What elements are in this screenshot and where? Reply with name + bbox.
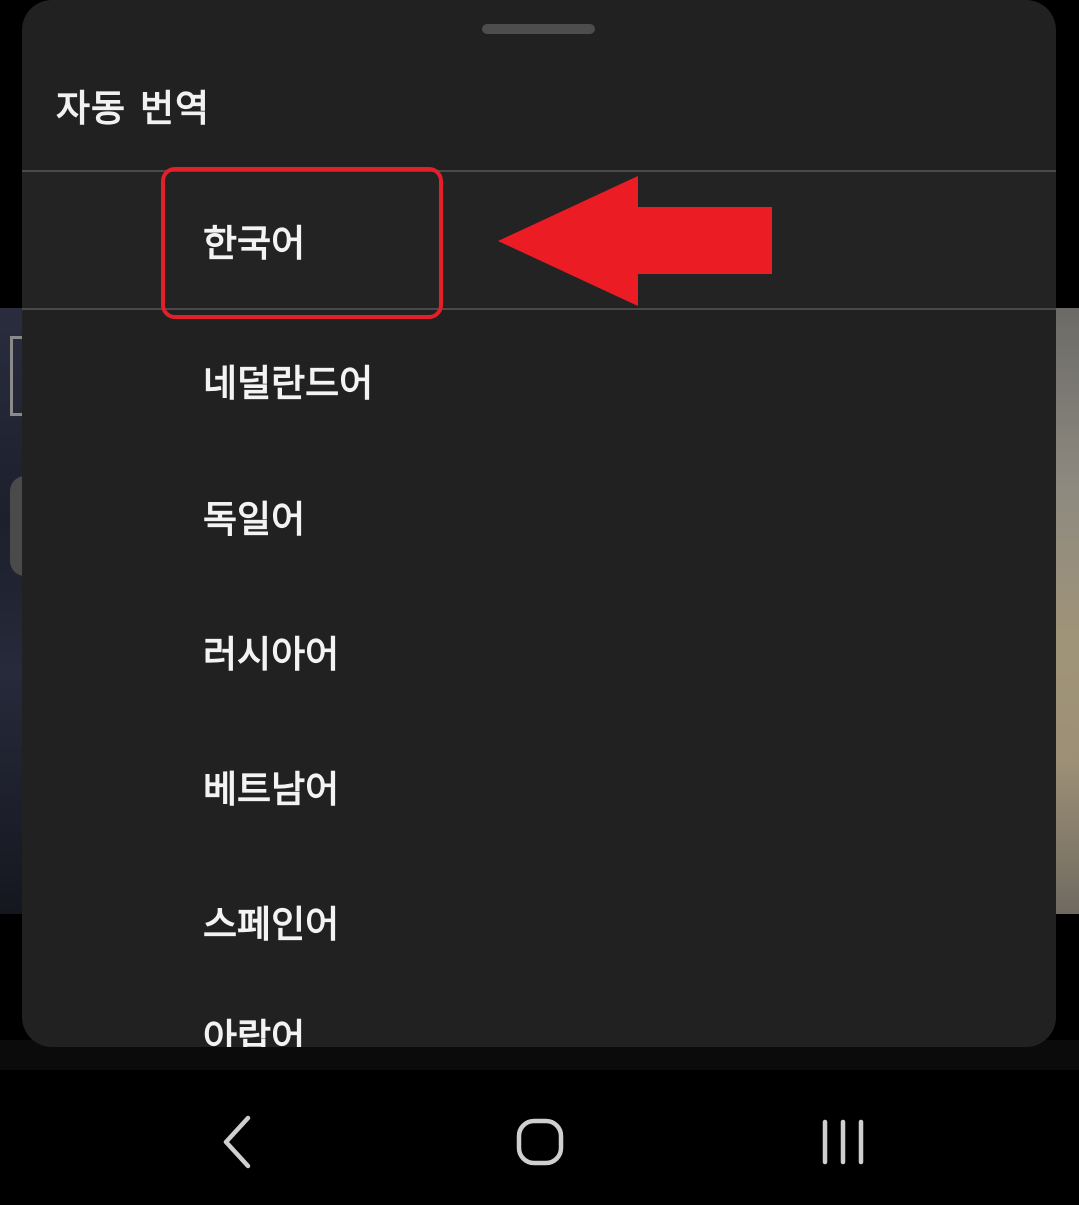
red-arrow-icon: [498, 176, 772, 306]
three-bars-icon: [822, 1119, 864, 1165]
home-button[interactable]: [500, 1102, 580, 1182]
navigation-bar: [0, 1070, 1079, 1205]
highlight-box: [161, 167, 443, 319]
language-item-russian[interactable]: 러시아어: [22, 583, 1056, 718]
rounded-square-icon: [516, 1118, 564, 1166]
language-label: 러시아어: [203, 632, 340, 676]
language-item-german[interactable]: 독일어: [22, 448, 1056, 583]
language-item-vietnamese[interactable]: 베트남어: [22, 718, 1056, 853]
language-label: 네덜란드어: [203, 361, 374, 405]
auto-translate-sheet: 자동 번역 한국어 네덜란드어 독일어 러시아어 베트남어 스페인어 아랍어: [22, 0, 1056, 1047]
language-item-arabic[interactable]: 아랍어: [22, 988, 1056, 1047]
language-item-spanish[interactable]: 스페인어: [22, 853, 1056, 988]
language-label: 독일어: [203, 497, 306, 541]
sheet-title: 자동 번역: [56, 87, 211, 130]
chevron-left-icon: [223, 1115, 251, 1169]
language-label: 아랍어: [203, 1016, 306, 1047]
back-button[interactable]: [198, 1102, 278, 1182]
language-label: 스페인어: [203, 902, 340, 946]
drag-handle[interactable]: [482, 24, 595, 34]
language-label: 베트남어: [203, 767, 340, 811]
language-item-dutch[interactable]: 네덜란드어: [22, 312, 1056, 447]
screen: 자동 번역 한국어 네덜란드어 독일어 러시아어 베트남어 스페인어 아랍어: [0, 0, 1079, 1205]
recents-button[interactable]: [803, 1102, 883, 1182]
